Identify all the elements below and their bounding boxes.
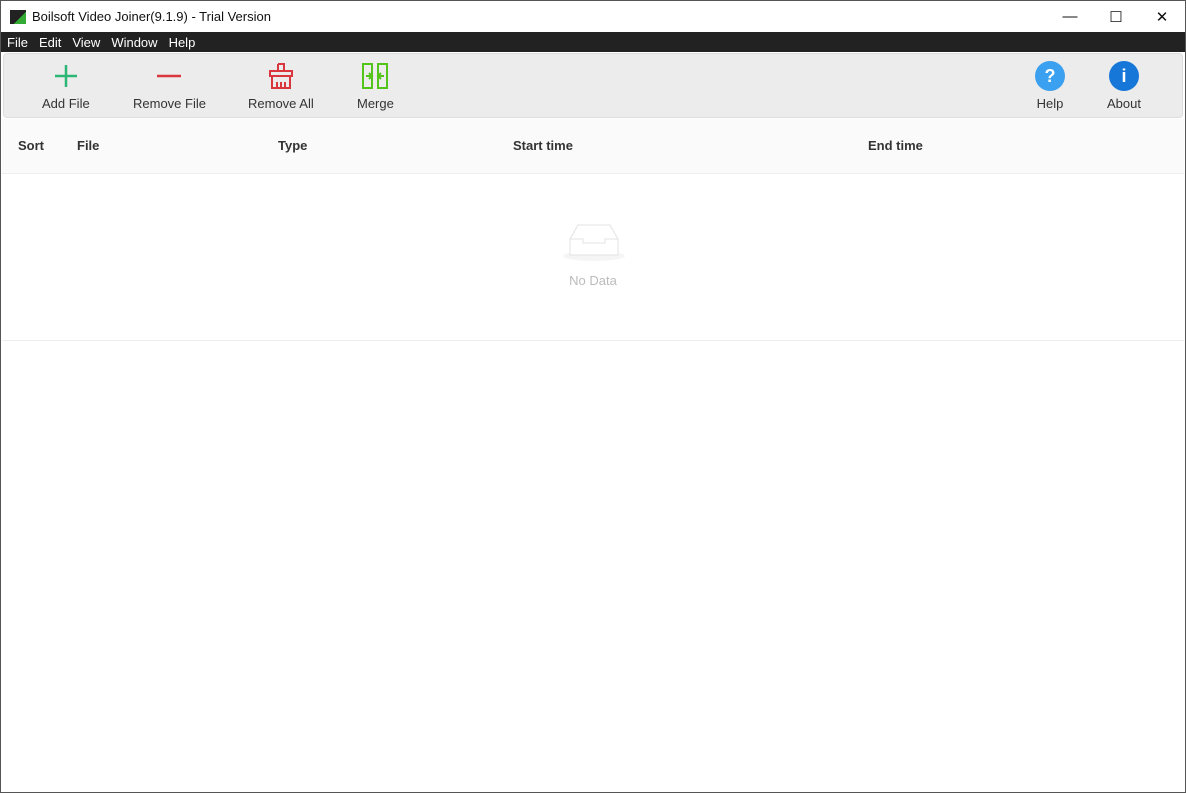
- menu-edit[interactable]: Edit: [39, 35, 61, 50]
- toolbar: Add File Remove File Remove All Merge ? …: [3, 53, 1183, 118]
- remove-file-button[interactable]: Remove File: [133, 60, 206, 111]
- column-end-time[interactable]: End time: [868, 138, 923, 153]
- info-icon: i: [1108, 61, 1139, 91]
- remove-all-button[interactable]: Remove All: [248, 60, 314, 111]
- merge-icon: [362, 63, 389, 89]
- add-file-button[interactable]: Add File: [42, 60, 90, 111]
- no-data-text: No Data: [569, 273, 617, 288]
- column-type[interactable]: Type: [278, 138, 307, 153]
- empty-state: No Data: [2, 175, 1184, 341]
- question-icon: ?: [1035, 61, 1065, 91]
- plus-icon: [54, 65, 77, 87]
- menu-file[interactable]: File: [7, 35, 28, 50]
- empty-inbox-icon: [563, 224, 625, 261]
- window-title: Boilsoft Video Joiner(9.1.9) - Trial Ver…: [32, 9, 271, 24]
- minimize-button[interactable]: —: [1047, 8, 1093, 26]
- maximize-button[interactable]: ☐: [1093, 8, 1139, 26]
- merge-button[interactable]: Merge: [357, 60, 394, 111]
- about-button[interactable]: i About: [1107, 60, 1141, 111]
- menu-help[interactable]: Help: [169, 35, 196, 50]
- menu-bar: File Edit View Window Help: [1, 32, 1185, 52]
- table-header: Sort File Type Start time End time: [2, 119, 1184, 174]
- close-button[interactable]: ✕: [1139, 8, 1185, 26]
- column-start-time[interactable]: Start time: [513, 138, 573, 153]
- minus-icon: [157, 74, 182, 78]
- menu-window[interactable]: Window: [111, 35, 157, 50]
- column-sort[interactable]: Sort: [18, 138, 44, 153]
- broom-icon: [268, 63, 293, 89]
- menu-view[interactable]: View: [72, 35, 100, 50]
- help-button[interactable]: ? Help: [1035, 60, 1065, 111]
- title-bar: Boilsoft Video Joiner(9.1.9) - Trial Ver…: [1, 1, 1185, 32]
- app-icon: [10, 9, 26, 24]
- column-file[interactable]: File: [77, 138, 99, 153]
